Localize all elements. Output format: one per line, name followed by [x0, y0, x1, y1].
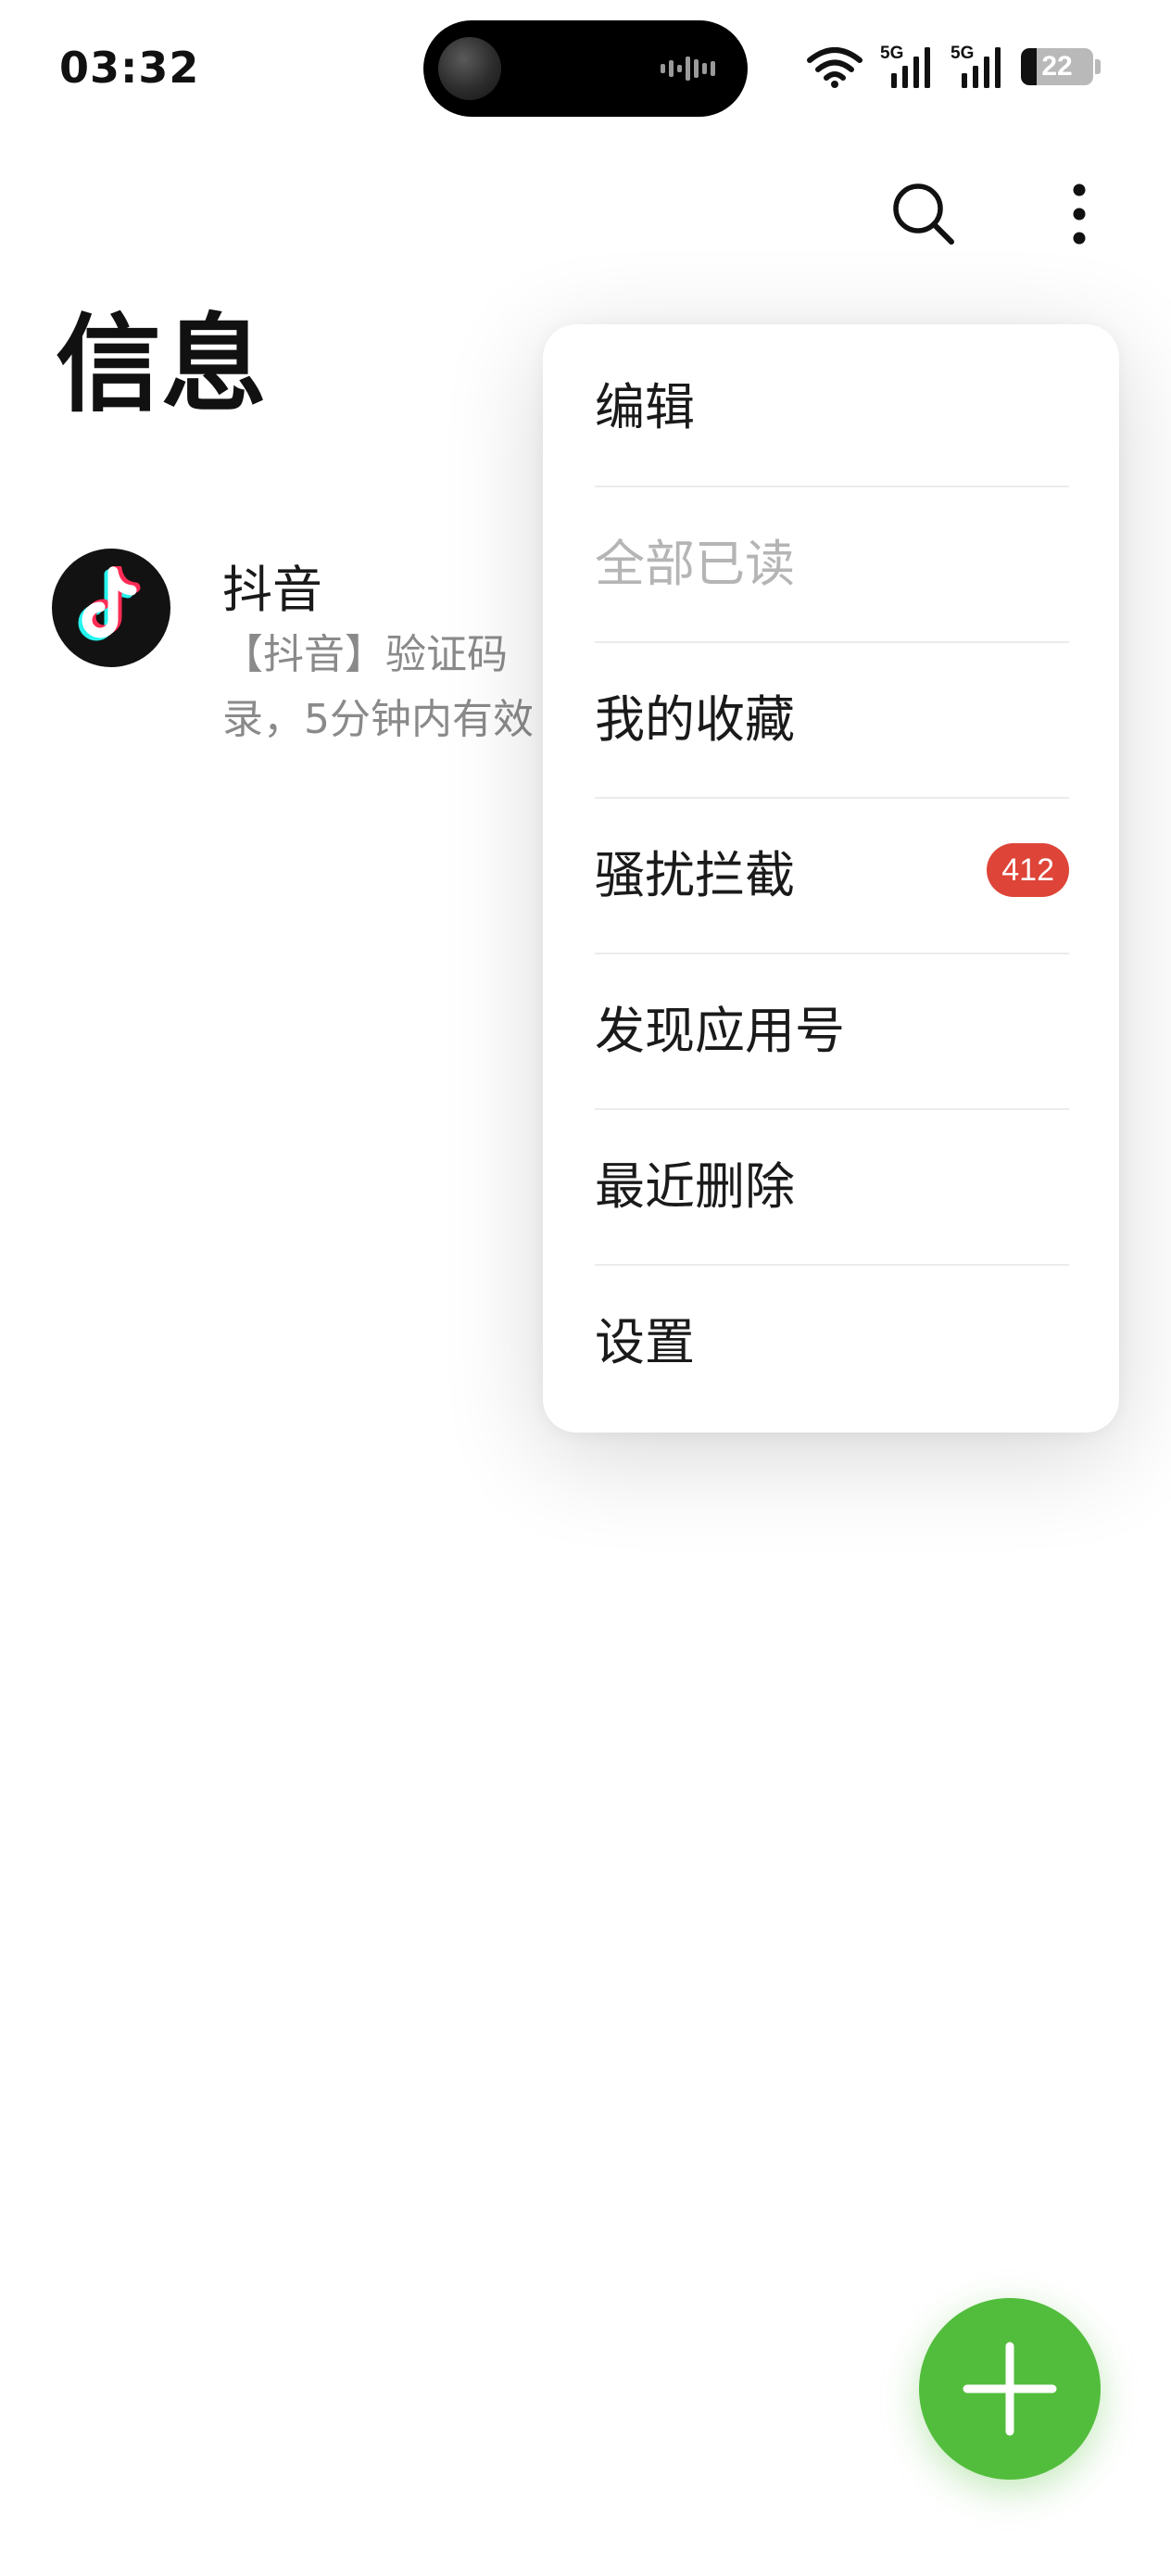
- audio-wave-icon: [661, 57, 715, 81]
- search-button[interactable]: [882, 172, 965, 256]
- conversation-name: 抖音: [222, 561, 322, 619]
- plus-icon: [963, 2342, 1057, 2436]
- menu-item-edit[interactable]: 编辑: [595, 324, 1069, 480]
- cellular-signal-2: 5G: [951, 44, 1004, 90]
- menu-item-discover-apps[interactable]: 发现应用号: [595, 948, 1069, 1104]
- front-camera-icon: [438, 37, 501, 100]
- menu-item-label: 骚扰拦截: [595, 845, 795, 904]
- menu-item-label: 全部已读: [595, 534, 795, 593]
- battery-cap: [1095, 59, 1101, 74]
- overflow-menu: 编辑 全部已读 我的收藏 骚扰拦截 412 发现应用号 最近删除 设置: [543, 324, 1119, 1433]
- menu-item-settings[interactable]: 设置: [595, 1259, 1069, 1415]
- more-options-button[interactable]: [1038, 172, 1121, 256]
- douyin-logo-icon: [78, 566, 141, 641]
- spam-count-badge: 412: [987, 843, 1069, 897]
- cellular-signal-1: 5G: [880, 44, 934, 90]
- page-title: 信息: [56, 303, 268, 426]
- menu-item-label: 我的收藏: [595, 689, 795, 749]
- new-message-button[interactable]: [919, 2298, 1101, 2480]
- status-bar: 03:32 5G 5G 22: [0, 0, 1171, 130]
- menu-item-label: 发现应用号: [595, 1001, 845, 1060]
- signal-bars-icon: [891, 47, 930, 88]
- menu-item-favorites[interactable]: 我的收藏: [595, 637, 1069, 792]
- menu-item-spam-filter[interactable]: 骚扰拦截 412: [595, 792, 1069, 948]
- menu-item-label: 最近删除: [595, 1156, 795, 1216]
- menu-item-label: 编辑: [595, 377, 695, 436]
- dynamic-island: [423, 20, 748, 117]
- menu-item-label: 设置: [595, 1312, 695, 1371]
- wifi-icon: [807, 47, 863, 88]
- signal-bars-icon: [962, 47, 1001, 88]
- avatar: [52, 549, 170, 667]
- status-time: 03:32: [59, 43, 200, 93]
- search-icon: [893, 183, 954, 245]
- battery-icon: 22: [1021, 48, 1093, 85]
- menu-item-mark-all-read: 全部已读: [595, 481, 1069, 637]
- battery-level: 22: [1041, 51, 1073, 82]
- status-icons: 5G 5G 22: [806, 43, 1101, 91]
- menu-item-recently-deleted[interactable]: 最近删除: [595, 1104, 1069, 1259]
- more-vertical-icon: [1073, 183, 1086, 245]
